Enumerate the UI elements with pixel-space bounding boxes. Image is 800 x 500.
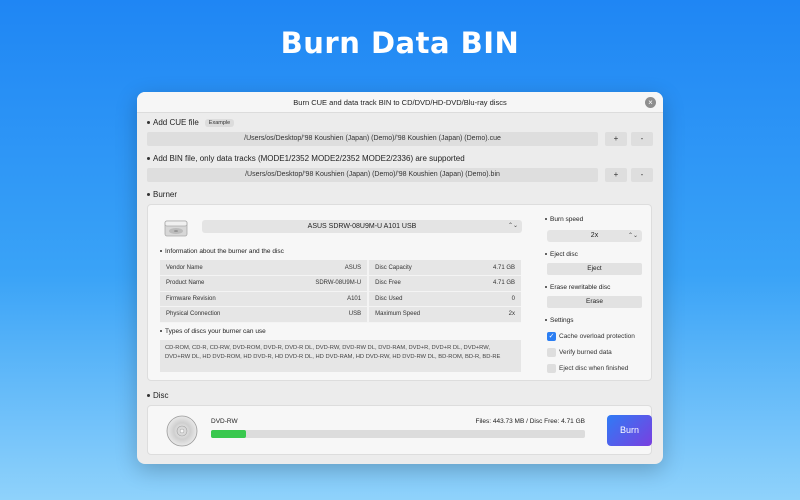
chevron-updown-icon: ⌃⌄ xyxy=(507,223,518,229)
disc-icon xyxy=(166,415,198,447)
burn-speed-label-text: Burn speed xyxy=(550,216,584,223)
optical-drive-icon xyxy=(164,220,188,237)
info-row: Firmware Revision A101 Disc Used 0 xyxy=(160,291,521,307)
erase-section-label: Erase rewritable disc xyxy=(545,284,610,291)
chevron-updown-icon: ⌃⌄ xyxy=(627,233,638,239)
cue-path-field[interactable]: /Users/os/Desktop/'98 Koushien (Japan) (… xyxy=(147,132,598,146)
burner-device-select[interactable]: ASUS SDRW-08U9M-U A101 USB ⌃⌄ xyxy=(202,220,522,233)
types-label-text: Types of discs your burner can use xyxy=(165,328,266,335)
info-key: Product Name xyxy=(160,275,271,292)
bullet-icon xyxy=(147,193,150,197)
bullet-icon xyxy=(545,286,547,289)
settings-label-text: Settings xyxy=(550,317,574,324)
disc-usage-bar xyxy=(211,430,585,438)
eject-when-finished-checkbox[interactable] xyxy=(547,364,556,373)
burner-panel: ASUS SDRW-08U9M-U A101 USB ⌃⌄ Informatio… xyxy=(147,204,652,381)
info-value: USB xyxy=(270,306,368,323)
add-bin-button[interactable]: + xyxy=(605,168,627,182)
info-value: SDRW-08U9M-U xyxy=(270,275,368,292)
verify-data-label: Verify burned data xyxy=(559,349,612,356)
bullet-icon xyxy=(545,319,547,322)
info-key: Physical Connection xyxy=(160,306,271,323)
eject-when-finished-label: Eject disc when finished xyxy=(559,365,629,372)
info-value: 4.71 GB xyxy=(464,275,521,292)
bullet-icon xyxy=(545,218,547,221)
info-value: 4.71 GB xyxy=(464,260,521,276)
bullet-icon xyxy=(147,121,150,125)
eject-section-label: Eject disc xyxy=(545,251,578,258)
burner-device-value: ASUS SDRW-08U9M-U A101 USB xyxy=(307,223,417,230)
info-value: 2x xyxy=(464,306,521,323)
burn-speed-label: Burn speed xyxy=(545,216,583,223)
remove-bin-button[interactable]: - xyxy=(631,168,653,182)
info-key: Disc Free xyxy=(369,275,465,292)
types-section-label: Types of discs your burner can use xyxy=(160,328,266,335)
burner-info-table: Vendor Name ASUS Disc Capacity 4.71 GB Produ… xyxy=(160,260,521,323)
info-row: Physical Connection USB Maximum Speed 2x xyxy=(160,306,521,323)
erase-label-text: Erase rewritable disc xyxy=(550,284,611,291)
bullet-icon xyxy=(160,330,162,333)
info-key: Firmware Revision xyxy=(160,291,271,307)
bullet-icon xyxy=(545,253,547,256)
settings-section-label: Settings xyxy=(545,317,574,324)
hero-title: Burn Data BIN xyxy=(280,26,520,60)
bullet-icon xyxy=(147,157,150,161)
erase-button[interactable]: Erase xyxy=(547,296,642,308)
bin-path-field[interactable]: /Users/os/Desktop/'98 Koushien (Japan) (… xyxy=(147,168,598,182)
info-row: Vendor Name ASUS Disc Capacity 4.71 GB xyxy=(160,260,521,276)
window-title: Burn CUE and data track BIN to CD/DVD/HD… xyxy=(293,98,507,107)
eject-button[interactable]: Eject xyxy=(547,263,642,275)
example-button[interactable]: Example xyxy=(204,118,235,127)
info-value: A101 xyxy=(270,291,368,307)
disc-status: Files: 443.73 MB / Disc Free: 4.71 GB xyxy=(475,418,585,425)
info-value: ASUS xyxy=(270,260,368,276)
burner-label-text: Burner xyxy=(153,190,178,199)
info-key: Maximum Speed xyxy=(369,306,465,323)
cache-protection-checkbox[interactable]: ✓ xyxy=(547,332,556,341)
burner-section-label: Burner xyxy=(147,190,177,199)
disc-type: DVD-RW xyxy=(211,418,238,425)
disc-label-text: Disc xyxy=(153,391,169,400)
disc-section-label: Disc xyxy=(147,391,169,400)
bullet-icon xyxy=(160,250,162,253)
burn-speed-select[interactable]: 2x ⌃⌄ xyxy=(547,230,642,242)
bin-section-label: Add BIN file, only data tracks (MODE1/23… xyxy=(147,154,465,163)
close-icon[interactable]: × xyxy=(645,97,656,108)
info-key: Disc Capacity xyxy=(369,260,465,276)
cache-protection-label: Cache overload protection xyxy=(559,333,635,340)
info-section-label: Information about the burner and the dis… xyxy=(160,248,284,255)
cue-section-label: Add CUE file Example xyxy=(147,118,235,127)
info-label-text: Information about the burner and the dis… xyxy=(165,248,284,255)
window-titlebar: Burn CUE and data track BIN to CD/DVD/HD… xyxy=(137,92,663,113)
eject-label-text: Eject disc xyxy=(550,251,578,258)
disc-panel: DVD-RW Files: 443.73 MB / Disc Free: 4.7… xyxy=(147,405,652,455)
cue-label-text: Add CUE file xyxy=(153,118,199,127)
disc-usage-fill xyxy=(211,430,247,438)
verify-data-checkbox[interactable] xyxy=(547,348,556,357)
bullet-icon xyxy=(147,394,150,398)
burn-speed-value: 2x xyxy=(590,232,599,239)
info-key: Disc Used xyxy=(369,291,465,307)
remove-cue-button[interactable]: - xyxy=(631,132,653,146)
bin-label-text: Add BIN file, only data tracks (MODE1/23… xyxy=(153,154,465,163)
disc-types-list: CD-ROM, CD-R, CD-RW, DVD-ROM, DVD-R, DVD… xyxy=(160,340,521,372)
info-key: Vendor Name xyxy=(160,260,271,276)
info-row: Product Name SDRW-08U9M-U Disc Free 4.71 GB xyxy=(160,275,521,292)
info-value: 0 xyxy=(464,291,521,307)
add-cue-button[interactable]: + xyxy=(605,132,627,146)
burn-button[interactable]: Burn xyxy=(607,415,652,446)
